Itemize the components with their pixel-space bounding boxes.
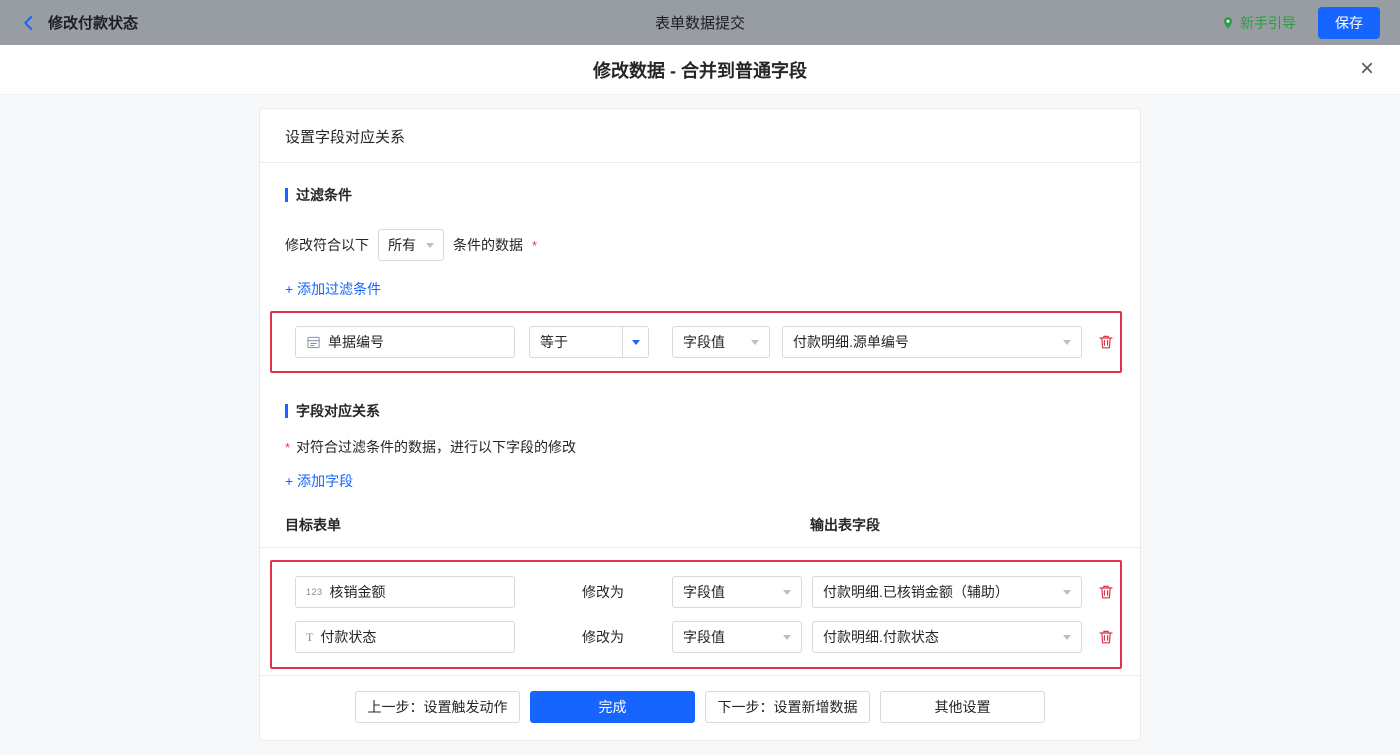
operator-select[interactable]: 等于 [529,326,649,358]
condition-row: 修改符合以下 所有 条件的数据 * [285,229,1115,261]
close-icon[interactable]: × [1360,57,1374,81]
mapping-row: T 付款状态 修改为 字段值 付款明细.付款状态 [272,621,1120,653]
mapping-section-title: 字段对应关系 [285,401,1115,421]
add-filter-condition-link[interactable]: + 添加过滤条件 [285,279,381,299]
other-settings-button[interactable]: 其他设置 [880,691,1045,723]
chevron-down-icon [1063,339,1071,345]
output-field-select[interactable]: 付款明细.已核销金额（辅助） [812,576,1082,608]
filter-row: 单据编号 等于 字段值 付款明细.源单编号 [272,326,1120,358]
card-section-title: 设置字段对应关系 [260,109,1140,163]
topbar: 修改付款状态 表单数据提交 新手引导 保存 [0,0,1400,45]
save-button[interactable]: 保存 [1318,6,1380,39]
chevron-down-icon [1063,634,1071,640]
modal-header: 修改数据 - 合并到普通字段 × [0,45,1400,95]
mapping-highlight-box: 123 核销金额 修改为 字段值 付款明细.已核销金额（辅助） T 付款状态 修… [270,560,1122,669]
output-field-value: 付款明细.已核销金额（辅助） [823,584,1009,600]
output-field-column-header: 输出表字段 [810,517,880,533]
delete-filter-icon[interactable] [1098,334,1114,350]
required-asterisk: * [285,439,291,455]
section-accent-bar [285,188,288,202]
chevron-down-icon [631,339,640,345]
delete-row-icon[interactable] [1098,584,1114,600]
filter-field-input[interactable]: 单据编号 [295,326,515,358]
value-type-value: 字段值 [683,629,725,645]
target-field-value: 付款状态 [320,629,377,645]
mapping-description: 对符合过滤条件的数据，进行以下字段的修改 [296,439,577,455]
operator-value: 等于 [540,334,568,350]
filter-section-title: 过滤条件 [285,185,1115,205]
filter-field-value: 单据编号 [328,334,384,350]
operator-caret-segment[interactable] [622,327,648,357]
mapping-row: 123 核销金额 修改为 字段值 付款明细.已核销金额（辅助） [272,576,1120,608]
beginner-guide-label: 新手引导 [1240,14,1296,31]
filter-value-select[interactable]: 付款明细.源单编号 [782,326,1082,358]
output-field-select[interactable]: 付款明细.付款状态 [812,621,1082,653]
done-button[interactable]: 完成 [530,691,695,723]
modal-title: 修改数据 - 合并到普通字段 [593,60,807,81]
delete-row-icon[interactable] [1098,629,1114,645]
value-type-select[interactable]: 字段值 [672,326,770,358]
add-field-link[interactable]: + 添加字段 [285,471,353,491]
filter-value: 付款明细.源单编号 [793,334,909,350]
chevron-down-icon [426,242,434,248]
back-icon[interactable] [20,14,38,32]
card-footer: 上一步：设置触发动作 完成 下一步：设置新增数据 其他设置 [260,675,1140,740]
target-field-value: 核销金额 [329,584,386,600]
value-type-select[interactable]: 字段值 [672,576,802,608]
target-field-input[interactable]: 123 核销金额 [295,576,515,608]
chevron-down-icon [751,339,759,345]
beginner-guide-link[interactable]: 新手引导 [1221,13,1296,33]
prev-step-button[interactable]: 上一步：设置触发动作 [355,691,520,723]
modal-body: 设置字段对应关系 过滤条件 修改符合以下 所有 条件的数据 * + 添加过滤条件 [0,95,1400,755]
page-title: 表单数据提交 [654,15,745,32]
chevron-down-icon [783,634,791,640]
condition-suffix: 条件的数据 [453,237,523,253]
value-type-value: 字段值 [683,584,725,600]
text-field-icon: T [306,629,314,644]
filter-highlight-box: 单据编号 等于 字段值 付款明细.源单编号 [270,311,1122,373]
match-type-value: 所有 [388,237,416,253]
modify-to-label: 修改为 [582,629,624,645]
settings-card: 设置字段对应关系 过滤条件 修改符合以下 所有 条件的数据 * + 添加过滤条件 [259,108,1141,741]
value-type-value: 字段值 [683,334,725,350]
mapping-column-headers: 目标表单 输出表字段 [260,515,1140,548]
mapping-description-row: * 对符合过滤条件的数据，进行以下字段的修改 [285,437,1115,457]
next-step-button[interactable]: 下一步：设置新增数据 [705,691,870,723]
match-type-select[interactable]: 所有 [378,229,444,261]
location-pin-icon [1221,16,1235,30]
number-field-icon: 123 [306,587,323,597]
required-asterisk: * [532,237,538,253]
filter-section-label: 过滤条件 [296,187,352,203]
modify-to-label: 修改为 [582,584,624,600]
section-accent-bar [285,404,288,418]
mapping-section-label: 字段对应关系 [296,403,380,419]
value-type-select[interactable]: 字段值 [672,621,802,653]
condition-prefix: 修改符合以下 [285,237,369,253]
workflow-title: 修改付款状态 [48,15,139,32]
output-field-value: 付款明细.付款状态 [823,629,939,645]
chevron-down-icon [783,589,791,595]
chevron-down-icon [1063,589,1071,595]
target-form-column-header: 目标表单 [285,517,341,533]
form-field-icon [306,335,321,350]
target-field-input[interactable]: T 付款状态 [295,621,515,653]
